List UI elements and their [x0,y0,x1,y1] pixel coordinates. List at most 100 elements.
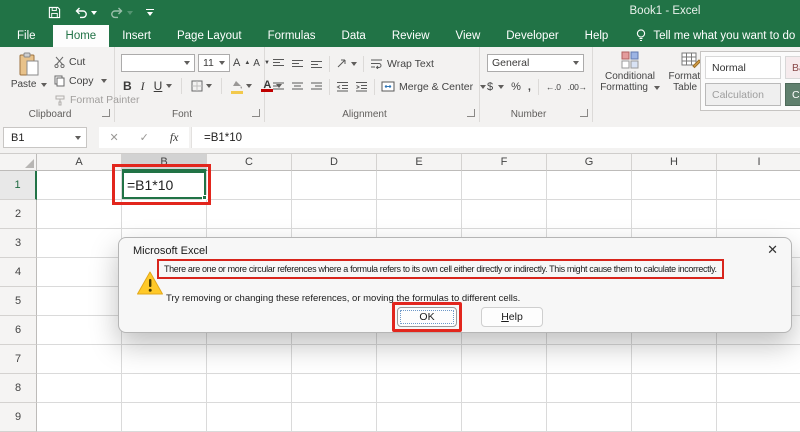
cell-H8[interactable] [632,374,717,403]
name-box[interactable]: B1 [3,127,87,148]
wrap-text-button[interactable]: Wrap Text [370,55,434,72]
style-calculation[interactable]: Calculation [705,83,781,106]
tab-review[interactable]: Review [379,25,443,47]
cell-D2[interactable] [292,200,377,229]
number-format-combobox[interactable]: General [487,54,584,72]
cell-C8[interactable] [207,374,292,403]
align-center-icon[interactable] [291,81,304,92]
cell-H9[interactable] [632,403,717,432]
cell-F9[interactable] [462,403,547,432]
cell-C1[interactable] [207,171,292,200]
cell-A8[interactable] [37,374,122,403]
tab-insert[interactable]: Insert [109,25,164,47]
currency-format-button[interactable]: $ [487,78,505,95]
italic-button[interactable]: I [141,79,145,94]
tab-view[interactable]: View [443,25,494,47]
increase-indent-icon[interactable] [355,81,368,92]
tab-developer[interactable]: Developer [493,25,571,47]
customize-qat-icon[interactable] [146,8,154,17]
cell-G7[interactable] [547,345,632,374]
cell-F8[interactable] [462,374,547,403]
row-header-1[interactable]: 1 [0,171,37,200]
cell-E1[interactable] [377,171,462,200]
column-header-I[interactable]: I [717,154,800,171]
cell-H1[interactable] [632,171,717,200]
cell-F7[interactable] [462,345,547,374]
cell-E2[interactable] [377,200,462,229]
alignment-dialog-launcher[interactable] [467,109,475,117]
style-bad[interactable]: Bad [785,56,800,79]
cell-C7[interactable] [207,345,292,374]
increase-font-size-button[interactable]: A ▲ [233,55,250,72]
row-header-6[interactable]: 6 [0,316,37,345]
tab-formulas[interactable]: Formulas [255,25,329,47]
cell-D8[interactable] [292,374,377,403]
row-header-9[interactable]: 9 [0,403,37,432]
clipboard-dialog-launcher[interactable] [102,109,110,117]
name-box-caret-icon[interactable] [75,135,81,140]
cell-B2[interactable] [122,200,207,229]
cancel-icon[interactable]: ✕ [109,131,118,144]
bold-button[interactable]: B [123,79,132,93]
percent-format-button[interactable]: % [511,81,521,93]
fill-color-button[interactable] [231,78,253,94]
cell-B1[interactable]: =B1*10 [122,171,207,200]
cell-I2[interactable] [717,200,800,229]
close-icon[interactable]: ✕ [767,243,778,257]
cell-A7[interactable] [37,345,122,374]
row-header-8[interactable]: 8 [0,374,37,403]
borders-button[interactable] [191,80,213,92]
ok-button[interactable]: OK [397,307,457,327]
cell-B7[interactable] [122,345,207,374]
font-size-combobox[interactable]: 11 [198,54,230,72]
underline-button[interactable]: U [154,79,163,93]
cell-H2[interactable] [632,200,717,229]
cell-F1[interactable] [462,171,547,200]
style-normal[interactable]: Normal [705,56,781,79]
cell-E9[interactable] [377,403,462,432]
cell-I9[interactable] [717,403,800,432]
cell-G9[interactable] [547,403,632,432]
tab-home[interactable]: Home [52,25,110,47]
cell-E7[interactable] [377,345,462,374]
cell-A1[interactable] [37,171,122,200]
cell-C9[interactable] [207,403,292,432]
cell-A2[interactable] [37,200,122,229]
orientation-button[interactable] [336,58,357,69]
cell-I8[interactable] [717,374,800,403]
cell-A9[interactable] [37,403,122,432]
align-right-icon[interactable] [310,81,323,92]
font-name-combobox[interactable] [121,54,195,72]
cell-I1[interactable] [717,171,800,200]
insert-function-icon[interactable]: fx [170,130,179,145]
column-header-E[interactable]: E [377,154,462,171]
align-top-icon[interactable] [272,58,285,69]
cell-C2[interactable] [207,200,292,229]
cell-G2[interactable] [547,200,632,229]
tell-me-box[interactable]: Tell me what you want to do [635,25,795,47]
column-header-A[interactable]: A [37,154,122,171]
cell-A5[interactable] [37,287,122,316]
row-header-4[interactable]: 4 [0,258,37,287]
help-button[interactable]: Help [481,307,543,327]
row-header-2[interactable]: 2 [0,200,37,229]
tab-help[interactable]: Help [572,25,622,47]
cell-A4[interactable] [37,258,122,287]
column-header-F[interactable]: F [462,154,547,171]
cell-F2[interactable] [462,200,547,229]
save-icon[interactable] [48,6,61,19]
cell-A6[interactable] [37,316,122,345]
conditional-formatting-button[interactable]: Conditional Formatting [600,51,660,93]
align-middle-icon[interactable] [291,58,304,69]
cell-D1[interactable] [292,171,377,200]
cell-G1[interactable] [547,171,632,200]
column-header-D[interactable]: D [292,154,377,171]
column-header-C[interactable]: C [207,154,292,171]
cell-A3[interactable] [37,229,122,258]
merge-center-button[interactable]: Merge & Center [381,78,487,95]
row-header-3[interactable]: 3 [0,229,37,258]
cell-B8[interactable] [122,374,207,403]
decrease-indent-icon[interactable] [336,81,349,92]
align-bottom-icon[interactable] [310,58,323,69]
paste-button[interactable]: Paste [7,52,51,90]
